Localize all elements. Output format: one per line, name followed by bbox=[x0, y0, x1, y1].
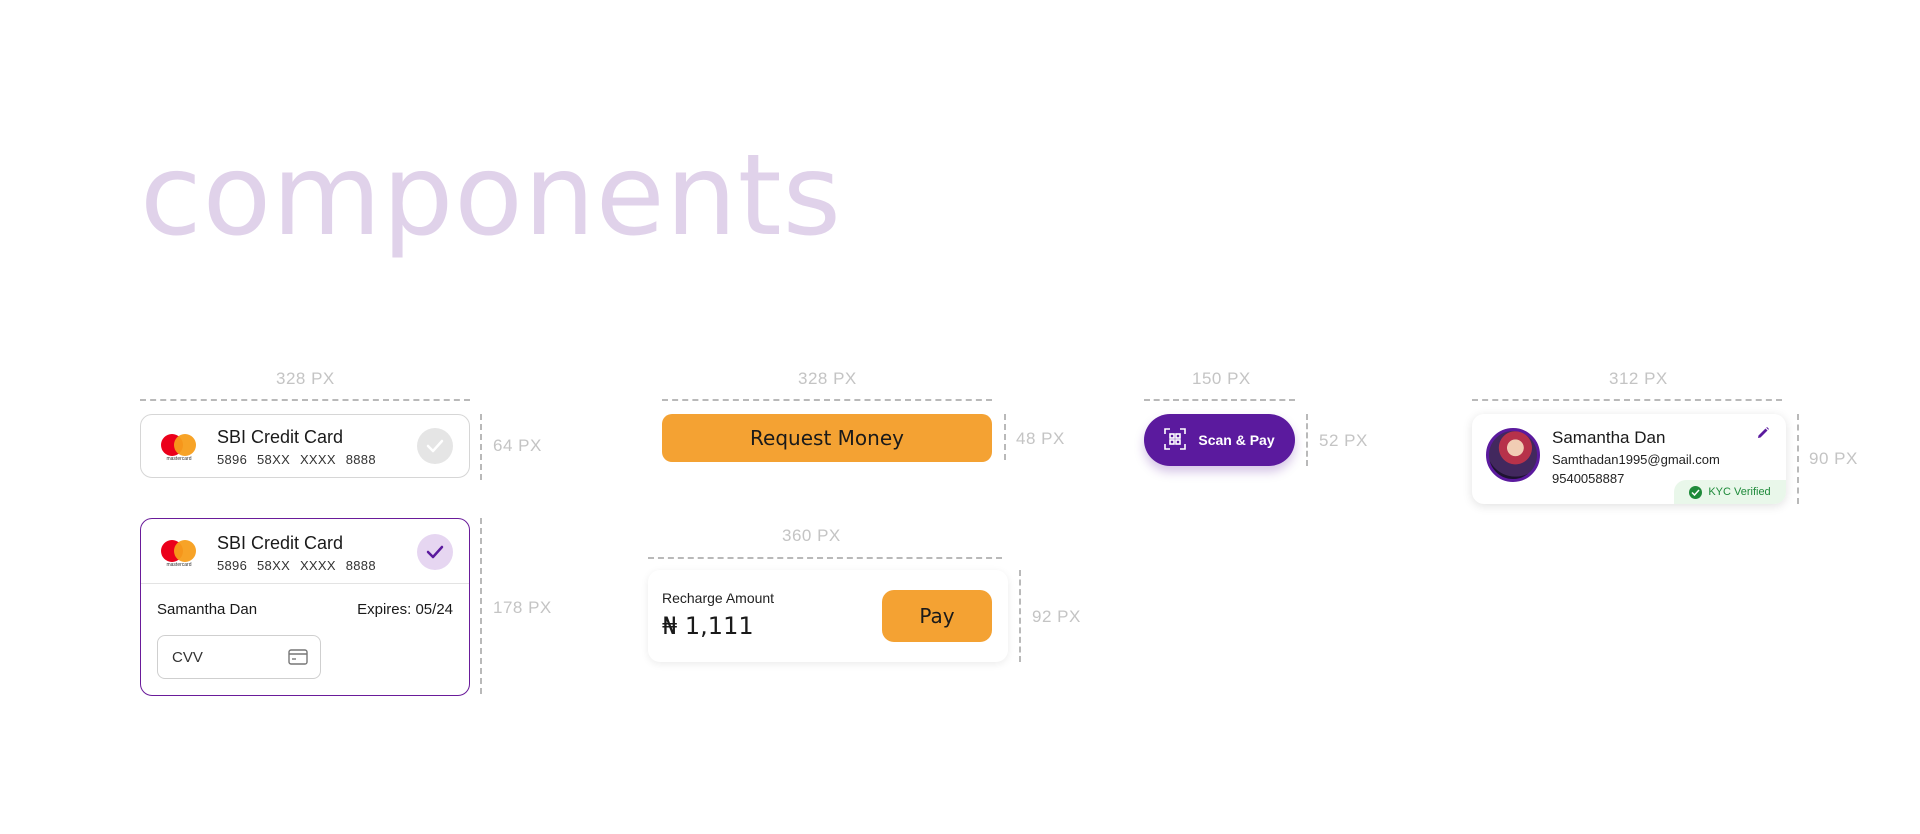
dim-request-height: 48 PX bbox=[1016, 429, 1065, 448]
dim-line bbox=[140, 399, 470, 401]
dim-line bbox=[1019, 570, 1021, 662]
recharge-label: Recharge Amount bbox=[662, 590, 775, 606]
dim-profile-width: 312 PX bbox=[1609, 369, 1668, 388]
profile-email: Samthadan1995@gmail.com bbox=[1552, 452, 1720, 467]
card-name: SBI Credit Card bbox=[217, 533, 344, 553]
recharge-amount: ₦ 1,111 bbox=[662, 612, 754, 640]
select-check-icon[interactable] bbox=[417, 428, 453, 464]
request-money-button[interactable]: Request Money bbox=[662, 414, 992, 462]
profile-phone: 9540058887 bbox=[1552, 471, 1625, 486]
page-title: components bbox=[140, 131, 842, 261]
edit-pencil-icon[interactable] bbox=[1756, 426, 1770, 445]
mastercard-logo-text: mastercard bbox=[166, 456, 192, 462]
cvv-placeholder: CVV bbox=[172, 649, 203, 666]
mastercard-logo-text: mastercard bbox=[166, 562, 192, 568]
cvv-input[interactable]: CVV bbox=[157, 635, 321, 679]
profile-card: Samantha Dan Samthadan1995@gmail.com 954… bbox=[1472, 414, 1786, 504]
kyc-label: KYC Verified bbox=[1708, 486, 1771, 498]
dim-line bbox=[1144, 399, 1295, 401]
card-number: 5896 58XX XXXX 8888 bbox=[217, 452, 376, 467]
dim-scan-height: 52 PX bbox=[1319, 431, 1368, 450]
dim-recharge-width: 360 PX bbox=[782, 526, 841, 545]
pay-button[interactable]: Pay bbox=[882, 590, 992, 642]
avatar bbox=[1486, 428, 1540, 482]
mastercard-logo-icon: mastercard bbox=[161, 432, 197, 462]
dim-request-width: 328 PX bbox=[798, 369, 857, 388]
card-name: SBI Credit Card bbox=[217, 427, 344, 447]
dim-line bbox=[648, 557, 1002, 559]
kyc-verified-badge: KYC Verified bbox=[1674, 480, 1786, 504]
scan-and-pay-label: Scan & Pay bbox=[1198, 432, 1275, 448]
scan-and-pay-button[interactable]: Scan & Pay bbox=[1144, 414, 1295, 466]
dim-line bbox=[480, 414, 482, 480]
dim-recharge-height: 92 PX bbox=[1032, 607, 1081, 626]
dim-line bbox=[662, 399, 992, 401]
dim-line bbox=[1306, 414, 1308, 466]
card-number: 5896 58XX XXXX 8888 bbox=[217, 558, 376, 573]
profile-name: Samantha Dan bbox=[1552, 428, 1666, 447]
recharge-card: Recharge Amount ₦ 1,111 Pay bbox=[648, 570, 1008, 662]
dim-line bbox=[1004, 414, 1006, 460]
card-expiry: Expires: 05/24 bbox=[357, 601, 453, 618]
dim-card-height: 64 PX bbox=[493, 436, 542, 455]
dim-scan-width: 150 PX bbox=[1192, 369, 1251, 388]
verified-check-icon bbox=[1689, 485, 1703, 499]
dim-line bbox=[1797, 414, 1799, 504]
selected-check-icon[interactable] bbox=[417, 534, 453, 570]
payment-card-collapsed[interactable]: mastercard SBI Credit Card 5896 58XX XXX… bbox=[140, 414, 470, 478]
dim-card-width: 328 PX bbox=[276, 369, 335, 388]
mastercard-logo-icon: mastercard bbox=[161, 538, 197, 568]
dim-line bbox=[480, 518, 482, 694]
card-holder-name: Samantha Dan bbox=[157, 601, 258, 618]
card-icon bbox=[288, 649, 308, 670]
dim-expanded-height: 178 PX bbox=[493, 598, 552, 617]
qr-scan-icon bbox=[1164, 427, 1187, 453]
payment-card-expanded[interactable]: mastercard SBI Credit Card 5896 58XX XXX… bbox=[140, 518, 470, 696]
card-divider bbox=[141, 583, 469, 584]
dim-line bbox=[1472, 399, 1782, 401]
dim-profile-height: 90 PX bbox=[1809, 449, 1858, 468]
